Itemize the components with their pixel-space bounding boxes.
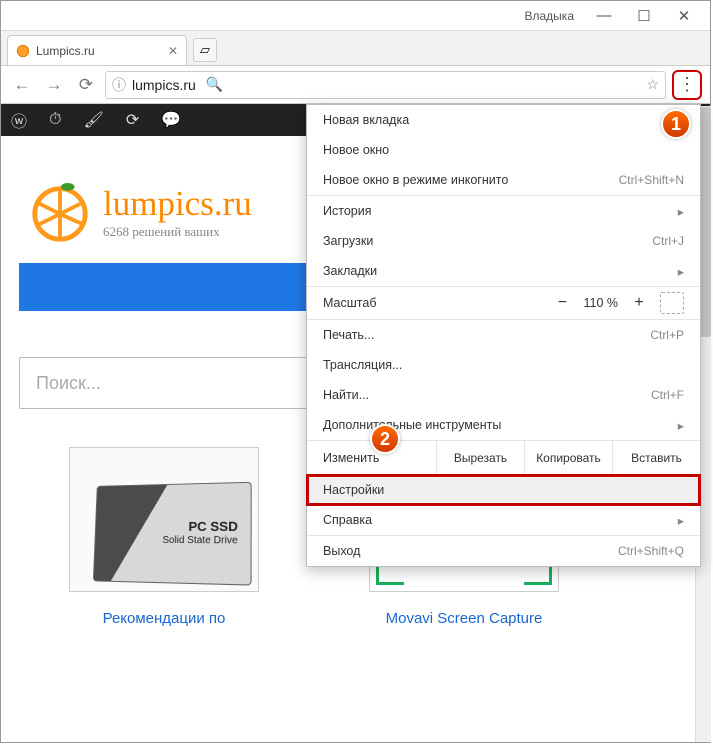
- comments-icon[interactable]: 💬: [161, 110, 181, 130]
- chevron-right-icon: ▸: [678, 513, 684, 528]
- browser-window: Владыка — ☐ ✕ Lumpics.ru ✕ ▱ ← → ⟳ ⓘ lum…: [0, 0, 711, 743]
- close-tab-icon[interactable]: ✕: [168, 44, 178, 58]
- ssd-image: PC SSD Solid State Drive: [69, 447, 259, 592]
- chrome-menu: Новая вкладка Новое окно Новое окно в ре…: [306, 104, 701, 567]
- chrome-menu-button[interactable]: ⋮: [672, 70, 702, 100]
- minimize-button[interactable]: —: [584, 2, 624, 30]
- new-tab-button[interactable]: ▱: [193, 38, 217, 62]
- bookmark-star-icon[interactable]: ☆: [646, 76, 659, 93]
- chevron-right-icon: ▸: [678, 264, 684, 279]
- orange-logo-icon: [29, 181, 91, 243]
- menu-new-incognito[interactable]: Новое окно в режиме инкогнитоCtrl+Shift+…: [307, 165, 700, 195]
- site-info-icon[interactable]: ⓘ: [112, 75, 126, 95]
- menu-find[interactable]: Найти...Ctrl+F: [307, 380, 700, 410]
- tab-strip: Lumpics.ru ✕ ▱: [1, 31, 710, 66]
- cut-button[interactable]: Вырезать: [436, 441, 524, 475]
- menu-cast[interactable]: Трансляция...: [307, 350, 700, 380]
- forward-button[interactable]: →: [41, 72, 67, 98]
- profile-name[interactable]: Владыка: [525, 9, 575, 23]
- maximize-button[interactable]: ☐: [624, 2, 664, 30]
- reload-button[interactable]: ⟳: [73, 72, 99, 98]
- toolbar: ← → ⟳ ⓘ lumpics.ru 🔍 ☆ ⋮: [1, 66, 710, 104]
- annotation-marker-1: 1: [661, 109, 691, 139]
- menu-new-tab[interactable]: Новая вкладка: [307, 105, 700, 135]
- annotation-marker-2: 2: [370, 424, 400, 454]
- window-titlebar: Владыка — ☐ ✕: [1, 1, 710, 31]
- zoom-out-button[interactable]: −: [549, 291, 575, 315]
- menu-more-tools[interactable]: Дополнительные инструменты▸: [307, 410, 700, 440]
- card-ssd-link[interactable]: Рекомендации по: [59, 610, 269, 627]
- menu-help[interactable]: Справка▸: [307, 505, 700, 535]
- customize-icon[interactable]: 🖌: [84, 110, 104, 130]
- menu-bookmarks[interactable]: Закладки▸: [307, 256, 700, 286]
- tab-title: Lumpics.ru: [36, 44, 95, 58]
- search-placeholder: Поиск...: [36, 373, 101, 394]
- menu-new-window[interactable]: Новое окно: [307, 135, 700, 165]
- paste-button[interactable]: Вставить: [612, 441, 700, 475]
- fullscreen-button[interactable]: [660, 292, 684, 314]
- tab-lumpics[interactable]: Lumpics.ru ✕: [7, 35, 187, 65]
- site-subtitle: 6268 решений ваших: [103, 224, 252, 240]
- menu-zoom: Масштаб − 110 % +: [307, 287, 700, 319]
- orange-favicon-icon: [16, 44, 30, 58]
- address-bar[interactable]: ⓘ lumpics.ru 🔍 ☆: [105, 71, 666, 99]
- url-text: lumpics.ru: [132, 77, 196, 93]
- zoom-in-button[interactable]: +: [626, 291, 652, 315]
- updates-icon[interactable]: ⟳: [126, 110, 139, 130]
- menu-print[interactable]: Печать...Ctrl+P: [307, 320, 700, 350]
- zoom-value: 110 %: [583, 296, 618, 310]
- menu-history[interactable]: История▸: [307, 196, 700, 226]
- menu-edit-row: Изменить Вырезать Копировать Вставить: [307, 441, 700, 475]
- site-title: lumpics.ru: [103, 184, 252, 224]
- ssd-small-label: Solid State Drive: [162, 535, 237, 546]
- close-button[interactable]: ✕: [664, 2, 704, 30]
- wordpress-icon[interactable]: ⓦ: [11, 108, 27, 132]
- zoom-indicator-icon[interactable]: 🔍: [206, 76, 223, 93]
- card-ssd[interactable]: PC SSD Solid State Drive Рекомендации по: [59, 447, 269, 627]
- chevron-right-icon: ▸: [678, 204, 684, 219]
- ssd-big-label: PC SSD: [163, 519, 238, 535]
- back-button[interactable]: ←: [9, 72, 35, 98]
- dashboard-icon[interactable]: ⏱: [49, 111, 61, 129]
- menu-downloads[interactable]: ЗагрузкиCtrl+J: [307, 226, 700, 256]
- menu-exit[interactable]: ВыходCtrl+Shift+Q: [307, 536, 700, 566]
- menu-settings[interactable]: Настройки: [307, 475, 700, 505]
- copy-button[interactable]: Копировать: [524, 441, 612, 475]
- card-movavi-link[interactable]: Movavi Screen Capture: [359, 610, 569, 627]
- chevron-right-icon: ▸: [678, 418, 684, 433]
